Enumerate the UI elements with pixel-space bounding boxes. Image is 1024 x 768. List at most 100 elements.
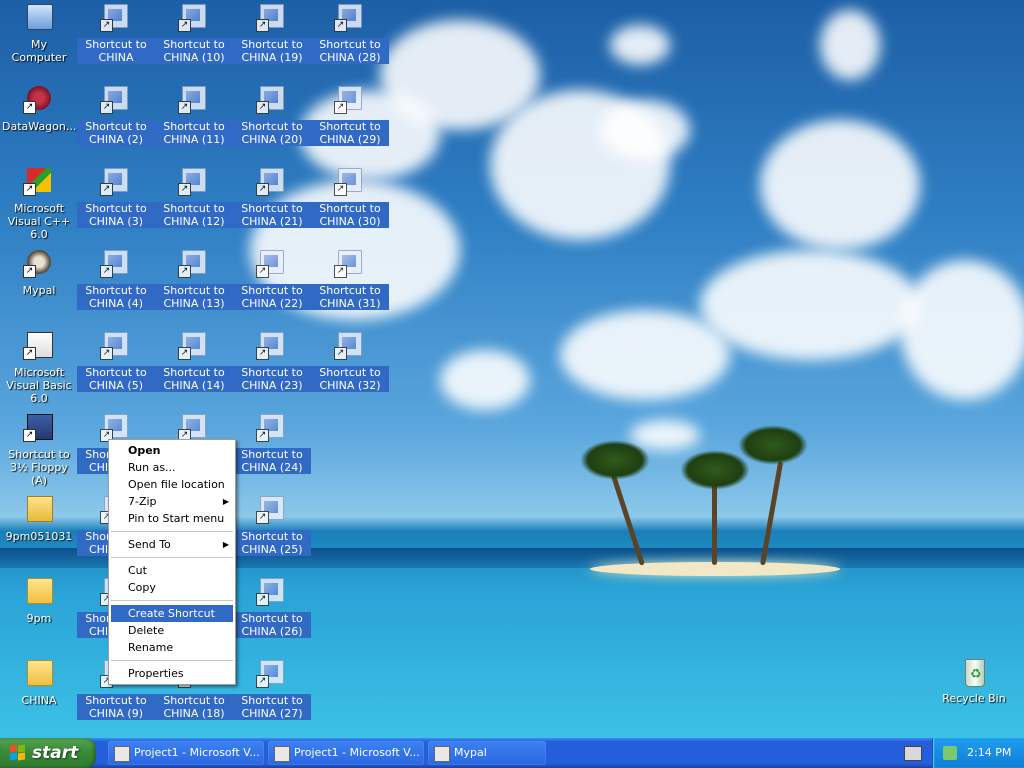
shortcut-icon[interactable]: ↗ Shortcut to CHINA (32) [311, 330, 389, 402]
submenu-arrow-icon: ▶ [222, 540, 229, 549]
shortcut-icon[interactable]: ↗ Shortcut to CHINA (28) [311, 2, 389, 74]
menu-item[interactable]: Delete [109, 622, 235, 639]
icon-label: Microsoft Visual C++ 6.0 [7, 202, 71, 241]
shortcut-icon[interactable]: ↗ Shortcut to CHINA (23) [233, 330, 311, 402]
icon-label: Shortcut to CHINA (28) [311, 38, 389, 64]
recycle-bin[interactable]: ♻ Recycle Bin [935, 656, 1013, 728]
start-button[interactable]: start [0, 738, 96, 768]
menu-item[interactable]: Copy [109, 579, 235, 596]
desktop-icon[interactable]: ↗ Microsoft Visual Basic 6.0 [0, 330, 78, 405]
shortcut-arrow-icon: ↗ [178, 101, 191, 114]
menu-separator [111, 600, 233, 601]
network-icon[interactable] [943, 746, 957, 760]
shortcut-icon[interactable]: ↗ Shortcut to CHINA (22) [233, 248, 311, 320]
menu-item[interactable]: Create Shortcut [111, 605, 233, 622]
shortcut-folder-icon: ↗ [334, 84, 366, 116]
shortcut-folder-icon: ↗ [256, 576, 288, 608]
shortcut-folder-icon: ↗ [178, 330, 210, 362]
desktop-icon[interactable]: CHINA [0, 658, 78, 730]
shortcut-icon[interactable]: ↗ Shortcut to CHINA (3) [77, 166, 155, 238]
icon-label: Shortcut to CHINA (27) [233, 694, 311, 720]
taskbar-button[interactable]: Mypal [428, 741, 546, 765]
shortcut-icon[interactable]: ↗ Shortcut to CHINA (26) [233, 576, 311, 648]
shortcut-icon[interactable]: ↗ Shortcut to CHINA (24) [233, 412, 311, 484]
menu-item-label: Create Shortcut [128, 607, 215, 620]
shortcut-icon[interactable]: ↗ Shortcut to CHINA (2) [77, 84, 155, 156]
shortcut-icon[interactable]: ↗ Shortcut to CHINA (20) [233, 84, 311, 156]
visual-basic-icon [274, 746, 290, 762]
desktop-icon[interactable]: ↗ DataWagon... [0, 84, 78, 156]
context-menu: Open Run as... Open file location 7-Zip ▶ Pin… [108, 439, 236, 685]
shortcut-folder-icon: ↗ [256, 412, 288, 444]
shortcut-icon[interactable]: ↗ Shortcut to CHINA (25) [233, 494, 311, 566]
taskbar-button-label: Mypal [454, 746, 487, 759]
icon-label: Shortcut to CHINA (26) [233, 612, 311, 638]
shortcut-folder-icon: ↗ [256, 494, 288, 526]
clock[interactable]: 2:14 PM [967, 738, 1011, 768]
menu-item[interactable]: Cut [109, 562, 235, 579]
menu-item-label: Cut [128, 564, 147, 577]
menu-item[interactable]: Rename [109, 639, 235, 656]
my-computer-icon [23, 2, 55, 34]
shortcut-icon[interactable]: ↗ Shortcut to CHINA (12) [155, 166, 233, 238]
icon-label: Shortcut to CHINA (2) [77, 120, 155, 146]
desktop-icon[interactable]: 9pm [0, 576, 78, 648]
icon-label: My Computer [11, 38, 67, 64]
desktop-icon[interactable]: ↗ Microsoft Visual C++ 6.0 [0, 166, 78, 241]
menu-separator [111, 557, 233, 558]
zip-folder-icon [23, 494, 55, 526]
menu-item[interactable]: Properties [109, 665, 235, 682]
shortcut-icon[interactable]: ↗ Shortcut to CHINA (14) [155, 330, 233, 402]
desktop-icon[interactable]: 9pm051031 [0, 494, 78, 566]
shortcut-icon[interactable]: ↗ Shortcut to CHINA (31) [311, 248, 389, 320]
taskbar-button[interactable]: Project1 - Microsoft V... [268, 741, 424, 765]
icon-label: Shortcut to CHINA (10) [155, 38, 233, 64]
shortcut-icon[interactable]: ↗ Shortcut to CHINA (19) [233, 2, 311, 74]
shortcut-arrow-icon: ↗ [256, 347, 269, 360]
menu-item[interactable]: Send To ▶ [109, 536, 235, 553]
shortcut-arrow-icon: ↗ [256, 429, 269, 442]
icon-label: Shortcut to CHINA (29) [311, 120, 389, 146]
taskbar-button[interactable]: Project1 - Microsoft V... [108, 741, 264, 765]
desktop-icon[interactable]: ↗ Shortcut to 3½ Floppy (A) [0, 412, 78, 487]
shortcut-icon[interactable]: ↗ Shortcut to CHINA (29) [311, 84, 389, 156]
shortcut-folder-icon: ↗ [256, 2, 288, 34]
shortcut-icon[interactable]: ↗ Shortcut to CHINA (21) [233, 166, 311, 238]
shortcut-arrow-icon: ↗ [178, 19, 191, 32]
recycle-bin-label: Recycle Bin [942, 692, 1006, 705]
menu-item-label: Open [128, 444, 161, 457]
desktop-icon[interactable]: ↗ Mypal [0, 248, 78, 320]
shortcut-icon[interactable]: ↗ Shortcut to CHINA (30) [311, 166, 389, 238]
menu-item-label: Pin to Start menu [128, 512, 225, 525]
menu-item[interactable]: Open file location [109, 476, 235, 493]
shortcut-folder-icon: ↗ [100, 2, 132, 34]
shortcut-icon[interactable]: ↗ Shortcut to CHINA (11) [155, 84, 233, 156]
shortcut-arrow-icon: ↗ [178, 347, 191, 360]
icon-label: Shortcut to CHINA (30) [311, 202, 389, 228]
shortcut-arrow-icon: ↗ [178, 183, 191, 196]
shortcut-icon[interactable]: ↗ Shortcut to CHINA (5) [77, 330, 155, 402]
shortcut-icon[interactable]: ↗ Shortcut to CHINA (13) [155, 248, 233, 320]
shortcut-icon[interactable]: ↗ Shortcut to CHINA [77, 2, 155, 74]
shortcut-arrow-icon: ↗ [256, 675, 269, 688]
shortcut-arrow-icon: ↗ [23, 183, 36, 196]
shortcut-icon[interactable]: ↗ Shortcut to CHINA (10) [155, 2, 233, 74]
menu-item[interactable]: Pin to Start menu [109, 510, 235, 527]
menu-item[interactable]: Run as... [109, 459, 235, 476]
menu-item-label: Copy [128, 581, 156, 594]
shortcut-icon[interactable]: ↗ Shortcut to CHINA (27) [233, 658, 311, 730]
datawagon-icon: ↗ [23, 84, 55, 116]
shortcut-folder-icon: ↗ [100, 84, 132, 116]
menu-item[interactable]: Open [109, 442, 235, 459]
icon-label: Shortcut to CHINA (31) [311, 284, 389, 310]
shortcut-folder-icon: ↗ [100, 166, 132, 198]
icon-label: Shortcut to CHINA (24) [233, 448, 311, 474]
desktop-icon[interactable]: My Computer [0, 2, 78, 74]
icon-label: Shortcut to CHINA (13) [155, 284, 233, 310]
icon-label: Mypal [22, 284, 56, 297]
menu-separator [111, 531, 233, 532]
keyboard-layout-icon[interactable] [904, 746, 922, 761]
shortcut-icon[interactable]: ↗ Shortcut to CHINA (4) [77, 248, 155, 320]
menu-item[interactable]: 7-Zip ▶ [109, 493, 235, 510]
shortcut-arrow-icon: ↗ [334, 347, 347, 360]
